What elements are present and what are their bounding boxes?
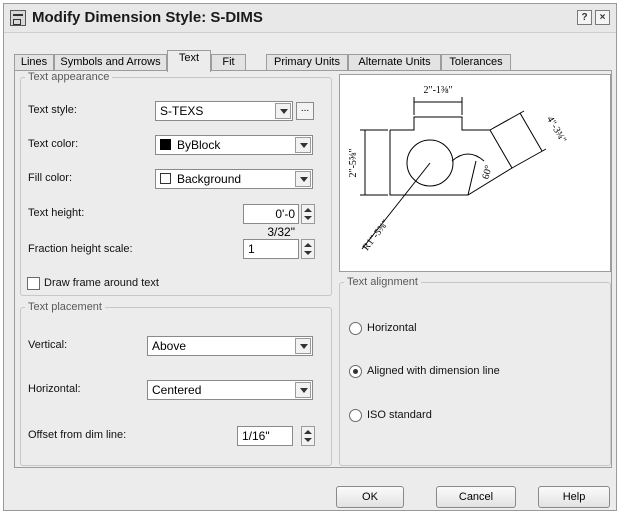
dialog-window: Modify Dimension Style: S-DIMS ? × Lines… xyxy=(3,3,617,511)
horizontal-label: Horizontal: xyxy=(28,383,81,395)
vertical-value: Above xyxy=(152,339,187,353)
draw-frame-label: Draw frame around text xyxy=(44,277,159,289)
cancel-button[interactable]: Cancel xyxy=(436,486,516,508)
close-button[interactable]: × xyxy=(595,10,610,25)
text-height-label: Text height: xyxy=(28,207,85,219)
fraction-height-scale-label: Fraction height scale: xyxy=(28,243,133,255)
text-appearance-title: Text appearance xyxy=(28,71,110,83)
tab-text[interactable]: Text xyxy=(167,50,211,72)
radio-aligned-with-dimension-line[interactable] xyxy=(349,365,362,378)
fill-color-value: Background xyxy=(177,172,242,186)
help-title-button[interactable]: ? xyxy=(577,10,592,25)
fill-color-label: Fill color: xyxy=(28,172,73,184)
preview-dim-angle: 60° xyxy=(480,164,494,180)
tab-alternate-units[interactable]: Alternate Units xyxy=(348,54,441,71)
preview-dim-left: 2"-5⅝" xyxy=(348,149,359,178)
dialog-title: Modify Dimension Style: S-DIMS xyxy=(32,9,263,26)
text-color-dropdown[interactable]: ByBlock xyxy=(155,135,313,155)
text-height-spinner[interactable] xyxy=(301,204,315,224)
preview-pane: 2"-1⅜" 2"-5⅝" 4"-3¾" 60° R1"-5⅜" xyxy=(339,74,611,272)
preview-dim-top: 2"-1⅜" xyxy=(424,85,453,96)
tab-symbols-and-arrows[interactable]: Symbols and Arrows xyxy=(54,54,167,71)
text-placement-title: Text placement xyxy=(28,301,102,313)
app-icon xyxy=(10,10,26,26)
text-alignment-title: Text alignment xyxy=(347,276,418,288)
help-button[interactable]: Help xyxy=(538,486,610,508)
tab-fit[interactable]: Fit xyxy=(211,54,246,71)
text-tab-panel: Text appearance Text style: S-TEXS ... T… xyxy=(14,70,612,468)
tab-tolerances[interactable]: Tolerances xyxy=(441,54,511,71)
offset-input[interactable]: 1/16" xyxy=(237,426,293,446)
horizontal-dropdown[interactable]: Centered xyxy=(147,380,313,400)
chevron-down-icon xyxy=(295,171,311,187)
radio-aligned-label: Aligned with dimension line xyxy=(367,365,500,377)
fraction-height-scale-spinner[interactable] xyxy=(301,239,315,259)
radio-iso-standard-label: ISO standard xyxy=(367,409,432,421)
fraction-height-scale-input[interactable]: 1 xyxy=(243,239,299,259)
title-bar: Modify Dimension Style: S-DIMS ? × xyxy=(4,4,616,33)
tab-lines[interactable]: Lines xyxy=(14,54,54,71)
chevron-down-icon xyxy=(295,137,311,153)
text-height-input[interactable]: 0'-0 3/32" xyxy=(243,204,299,239)
draw-frame-checkbox[interactable] xyxy=(27,277,40,290)
text-style-value: S-TEXS xyxy=(160,104,204,118)
radio-horizontal-label: Horizontal xyxy=(367,322,417,334)
radio-iso-standard[interactable] xyxy=(349,409,362,422)
text-color-value: ByBlock xyxy=(177,138,221,152)
dimension-preview-diagram: 2"-1⅜" 2"-5⅝" 4"-3¾" 60° R1"-5⅜" xyxy=(348,85,568,253)
chevron-down-icon xyxy=(275,103,291,119)
radio-horizontal[interactable] xyxy=(349,322,362,335)
text-style-browse-button[interactable]: ... xyxy=(296,102,314,120)
text-color-label: Text color: xyxy=(28,138,79,150)
text-style-label: Text style: xyxy=(28,104,77,116)
chevron-down-icon xyxy=(295,338,311,354)
fill-color-dropdown[interactable]: Background xyxy=(155,169,313,189)
ok-button[interactable]: OK xyxy=(336,486,404,508)
tab-primary-units[interactable]: Primary Units xyxy=(266,54,348,71)
color-swatch xyxy=(160,139,171,150)
preview-dim-radius: R1"-5⅜" xyxy=(361,218,392,253)
chevron-down-icon xyxy=(295,382,311,398)
vertical-label: Vertical: xyxy=(28,339,68,351)
offset-spinner[interactable] xyxy=(301,426,315,446)
vertical-dropdown[interactable]: Above xyxy=(147,336,313,356)
horizontal-value: Centered xyxy=(152,383,202,397)
offset-label: Offset from dim line: xyxy=(28,429,127,441)
color-swatch xyxy=(160,173,171,184)
preview-dim-right: 4"-3¾" xyxy=(544,114,568,145)
text-style-dropdown[interactable]: S-TEXS xyxy=(155,101,293,121)
